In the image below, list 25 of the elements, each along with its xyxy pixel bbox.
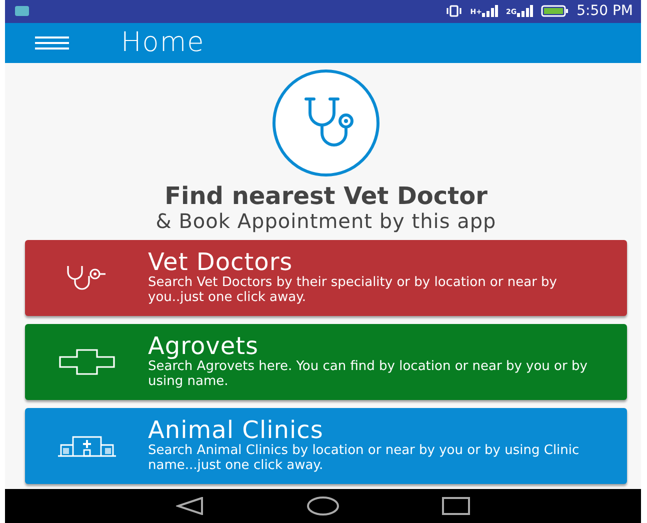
battery-icon <box>540 5 569 18</box>
page-title: Home <box>121 26 205 60</box>
card-title: Agrovets <box>148 334 260 360</box>
cross-icon <box>58 348 114 375</box>
card-description: Search Vet Doctors by their speciality or by location or near by you..just one click away. <box>148 275 558 306</box>
clock-time: 5:50 PM <box>576 2 633 21</box>
recent-apps-icon[interactable] <box>442 496 470 515</box>
vibrate-icon <box>446 5 462 18</box>
signal-icon <box>516 5 533 18</box>
card-title: Animal Clinics <box>148 418 324 444</box>
category-card[interactable]: Vet Doctors Search Vet Doctors by their speciality or by location or near by you..just one click away. <box>25 240 627 316</box>
home-icon[interactable] <box>306 496 339 516</box>
subheadline: & Book Appointment by this app <box>156 210 496 232</box>
menu-icon[interactable] <box>35 36 69 50</box>
card-title: Vet Doctors <box>148 250 294 276</box>
hospital-icon <box>56 434 116 457</box>
category-card[interactable]: Animal Clinics Search Animal Clinics by location or near by you or by using Clinic name...just one click away. <box>25 408 627 484</box>
notification-icon <box>15 6 29 16</box>
signal-icon <box>482 5 498 18</box>
stethoscope-icon <box>64 264 108 292</box>
headline: Find nearest Vet Doctor <box>164 183 488 210</box>
card-description: Search Agrovets here. You can find by location or near by you or by using name. <box>148 359 588 390</box>
category-card[interactable]: Agrovets Search Agrovets here. You can find by location or near by you or by using name. <box>25 324 627 400</box>
back-icon[interactable] <box>176 496 204 515</box>
card-description: Search Animal Clinics by location or near by you or by using Clinic name...just one click away. <box>148 443 580 474</box>
